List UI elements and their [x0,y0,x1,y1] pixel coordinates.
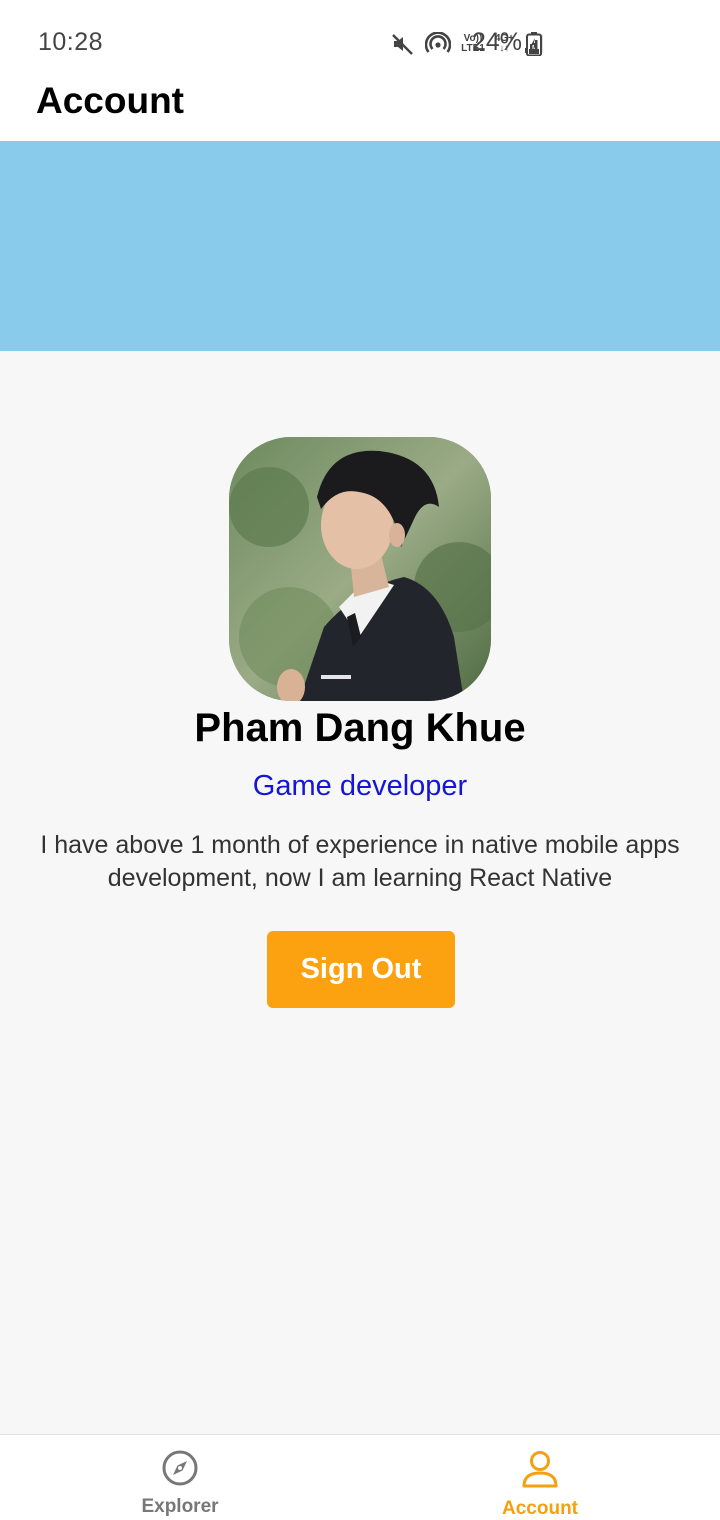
page-title: Account [36,80,184,121]
profile-bio: I have above 1 month of experience in na… [40,831,680,892]
status-bar: 10:28 Vo)) LTE1 4G+ ↓↑ 24% [0,0,720,80]
sign-out-button[interactable]: Sign Out [267,931,455,1008]
user-icon [520,1449,560,1494]
hotspot-icon [425,32,452,56]
profile-role: Game developer [252,770,468,802]
profile-name: Pham Dang Khue [194,706,526,750]
battery-percent: 24% [472,28,523,56]
status-time: 10:28 [38,28,104,56]
avatar [229,437,491,701]
tab-account-label: Account [502,1498,578,1519]
tab-explorer-label: Explorer [141,1496,219,1517]
battery-icon [526,32,542,61]
app-header: Account [0,80,720,141]
tab-explorer[interactable]: Explorer [0,1435,360,1520]
compass-icon [161,1449,199,1492]
mute-icon [391,32,415,56]
bottom-nav: Explorer Account [0,1434,720,1520]
account-screen: 10:28 Vo)) LTE1 4G+ ↓↑ 24% Account Pham … [0,0,720,1520]
tab-account[interactable]: Account [360,1435,720,1520]
cover-banner [0,141,720,351]
